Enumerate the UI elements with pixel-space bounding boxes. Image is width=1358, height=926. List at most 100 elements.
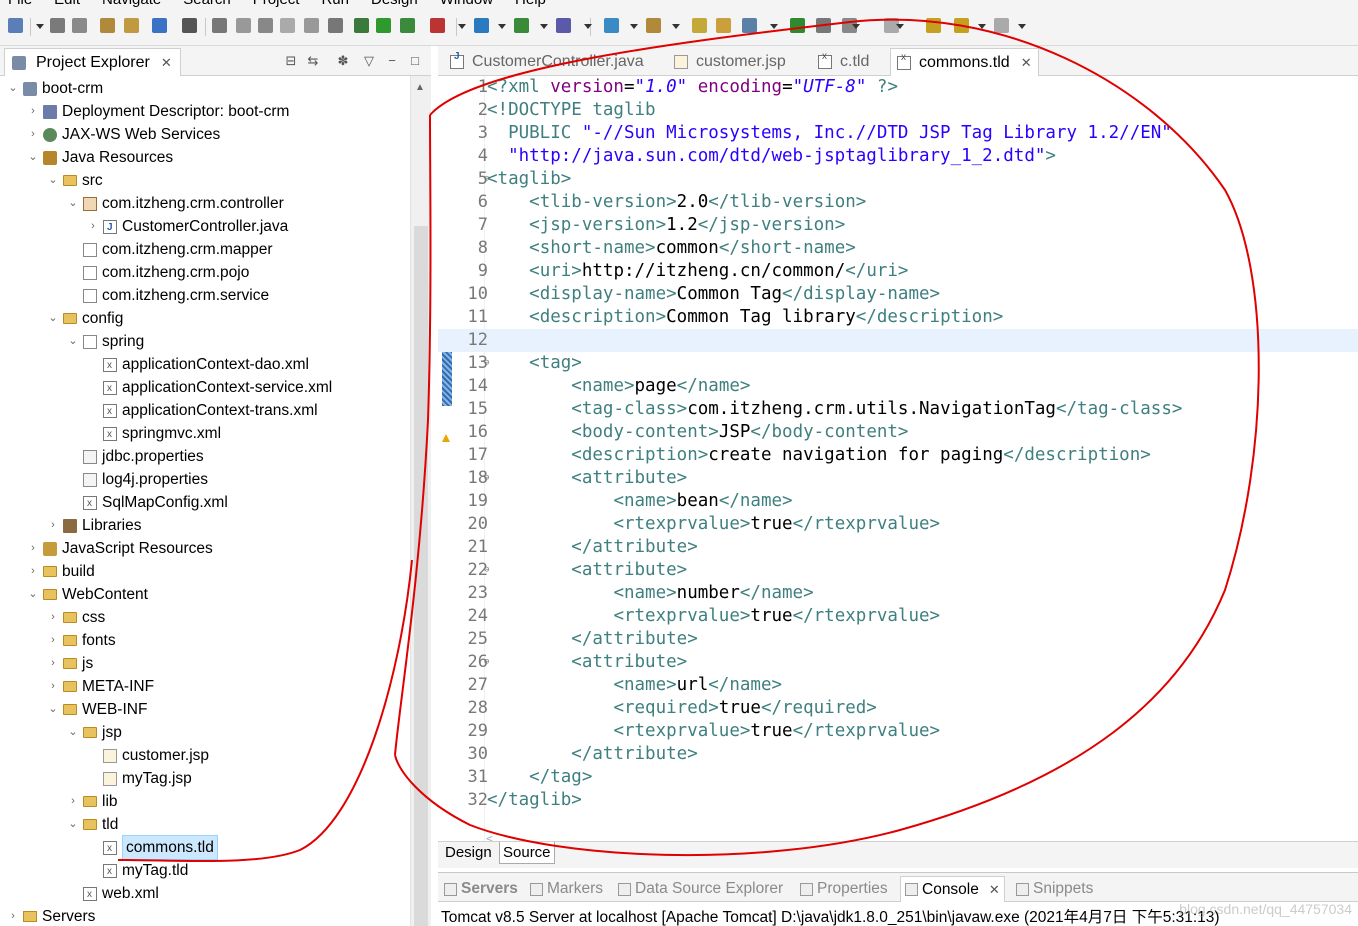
bottom-tab[interactable]: Markers xyxy=(526,876,607,902)
toolbar-button-icon[interactable] xyxy=(692,18,707,33)
toolbar-button-icon[interactable] xyxy=(954,18,969,33)
tree-item[interactable]: › Deployment Descriptor: boot-crm xyxy=(26,100,289,123)
toolbar-button-icon[interactable] xyxy=(124,18,139,33)
tree-scrollbar[interactable]: ▲ xyxy=(410,76,431,926)
bottom-tab[interactable]: Servers xyxy=(440,876,522,902)
close-tab-icon[interactable]: ✕ xyxy=(1021,55,1032,71)
collapsed-chevron-icon[interactable]: › xyxy=(26,100,40,123)
toolbar-button-icon[interactable] xyxy=(354,18,369,33)
link-with-editor-icon[interactable]: ⇆ xyxy=(306,54,320,68)
toolbar-button-icon[interactable] xyxy=(514,18,529,33)
minimize-icon[interactable]: − xyxy=(385,54,399,68)
toolbar-button-icon[interactable] xyxy=(376,18,391,33)
expanded-chevron-icon[interactable]: ⌄ xyxy=(46,307,60,330)
toolbar-button-icon[interactable] xyxy=(212,18,227,33)
expanded-chevron-icon[interactable]: ⌄ xyxy=(66,192,80,215)
toolbar-button-icon[interactable] xyxy=(556,18,571,33)
menu-item[interactable]: Run xyxy=(321,0,349,8)
menu-item[interactable]: Search xyxy=(183,0,231,8)
tree-item[interactable]: ⌄ jsp xyxy=(66,721,121,744)
toolbar-button-icon[interactable] xyxy=(328,18,343,33)
menu-item[interactable]: Project xyxy=(253,0,300,8)
collapsed-chevron-icon[interactable]: › xyxy=(6,905,20,926)
tree-item[interactable]: com.itzheng.crm.pojo xyxy=(66,261,249,284)
tree-item[interactable]: ⌄ src xyxy=(46,169,102,192)
tree-item[interactable]: › css xyxy=(46,606,105,629)
menu-item[interactable]: Design xyxy=(371,0,418,8)
toolbar-dropdown-icon[interactable] xyxy=(1018,24,1026,29)
expanded-chevron-icon[interactable]: ⌄ xyxy=(46,169,60,192)
close-tab-icon[interactable]: ✕ xyxy=(989,882,1000,898)
toolbar-button-icon[interactable] xyxy=(50,18,65,33)
editor-tab[interactable]: commons.tld ✕ xyxy=(890,48,1039,76)
expanded-chevron-icon[interactable]: ⌄ xyxy=(46,698,60,721)
toolbar-button-icon[interactable] xyxy=(100,18,115,33)
toolbar-dropdown-icon[interactable] xyxy=(458,24,466,29)
tree-item[interactable]: applicationContext-trans.xml xyxy=(86,399,318,423)
tree-item[interactable]: applicationContext-dao.xml xyxy=(86,353,309,377)
expanded-chevron-icon[interactable]: ⌄ xyxy=(66,813,80,836)
tree-item[interactable]: log4j.properties xyxy=(66,468,208,491)
tree-item[interactable]: › fonts xyxy=(46,629,115,652)
toolbar-button-icon[interactable] xyxy=(474,18,489,33)
editor-tab[interactable]: customer.jsp xyxy=(668,48,792,76)
tree-item[interactable]: › lib xyxy=(66,790,117,813)
tree-item[interactable]: › CustomerController.java xyxy=(86,215,288,239)
source-tab[interactable]: Source xyxy=(499,842,555,864)
filter-icon[interactable]: ✽ xyxy=(336,54,350,68)
tree-item[interactable]: ⌄ tld xyxy=(66,813,118,836)
toolbar-button-icon[interactable] xyxy=(400,18,415,33)
toolbar-button-icon[interactable] xyxy=(182,18,197,33)
expanded-chevron-icon[interactable]: ⌄ xyxy=(66,721,80,744)
tree-item[interactable]: springmvc.xml xyxy=(86,422,221,446)
tree-item[interactable]: › JavaScript Resources xyxy=(26,537,213,560)
collapsed-chevron-icon[interactable]: › xyxy=(66,790,80,813)
editor-tab[interactable]: CustomerController.java xyxy=(444,48,650,76)
toolbar-button-icon[interactable] xyxy=(716,18,731,33)
toolbar-dropdown-icon[interactable] xyxy=(498,24,506,29)
tree-item[interactable]: myTag.jsp xyxy=(86,767,192,790)
tree-item[interactable]: com.itzheng.crm.service xyxy=(66,284,269,307)
collapsed-chevron-icon[interactable]: › xyxy=(46,629,60,652)
close-icon[interactable]: ✕ xyxy=(161,55,172,71)
tree-item[interactable]: › JAX-WS Web Services xyxy=(26,123,220,146)
bottom-tab[interactable]: Data Source Explorer xyxy=(614,876,787,902)
bottom-tab[interactable]: Console ✕ xyxy=(900,876,1005,902)
toolbar-dropdown-icon[interactable] xyxy=(978,24,986,29)
toolbar-button-icon[interactable] xyxy=(994,18,1009,33)
expanded-chevron-icon[interactable]: ⌄ xyxy=(66,330,80,353)
menu-item[interactable]: Help xyxy=(515,0,546,8)
expanded-chevron-icon[interactable]: ⌄ xyxy=(6,77,20,100)
collapsed-chevron-icon[interactable]: › xyxy=(46,652,60,675)
collapsed-chevron-icon[interactable]: › xyxy=(46,514,60,537)
toolbar-dropdown-icon[interactable] xyxy=(672,24,680,29)
tree-item[interactable]: › Servers xyxy=(6,905,95,926)
scroll-up-icon[interactable]: ▲ xyxy=(415,82,425,93)
design-tab[interactable]: Design xyxy=(442,842,495,864)
toolbar-button-icon[interactable] xyxy=(816,18,831,33)
collapsed-chevron-icon[interactable]: › xyxy=(46,606,60,629)
tree-item[interactable]: ⌄ WEB-INF xyxy=(46,698,147,721)
toolbar-button-icon[interactable] xyxy=(742,18,757,33)
collapsed-chevron-icon[interactable]: › xyxy=(86,215,100,238)
tree-item[interactable]: › Libraries xyxy=(46,514,141,537)
toolbar-dropdown-icon[interactable] xyxy=(630,24,638,29)
view-menu-icon[interactable]: ▽ xyxy=(362,54,376,68)
editor-tab[interactable]: c.tld xyxy=(812,48,875,76)
tree-item[interactable]: ⌄ boot-crm xyxy=(6,77,103,100)
tree-item[interactable]: ⌄ spring xyxy=(66,330,144,353)
collapsed-chevron-icon[interactable]: › xyxy=(26,123,40,146)
collapsed-chevron-icon[interactable]: › xyxy=(26,560,40,583)
collapsed-chevron-icon[interactable]: › xyxy=(46,675,60,698)
tree-item[interactable]: ⌄ Java Resources xyxy=(26,146,173,169)
toolbar-button-icon[interactable] xyxy=(280,18,295,33)
collapsed-chevron-icon[interactable]: › xyxy=(26,537,40,560)
toolbar-button-icon[interactable] xyxy=(790,18,805,33)
toolbar-dropdown-icon[interactable] xyxy=(540,24,548,29)
tree-item[interactable]: web.xml xyxy=(66,882,159,906)
project-explorer-tab[interactable]: Project Explorer ✕ xyxy=(4,48,181,76)
menu-item[interactable]: Window xyxy=(440,0,493,8)
tree-item[interactable]: ⌄ com.itzheng.crm.controller xyxy=(66,192,283,215)
tree-scrollbar-thumb[interactable] xyxy=(414,226,428,926)
tree-item[interactable]: applicationContext-service.xml xyxy=(86,376,332,400)
